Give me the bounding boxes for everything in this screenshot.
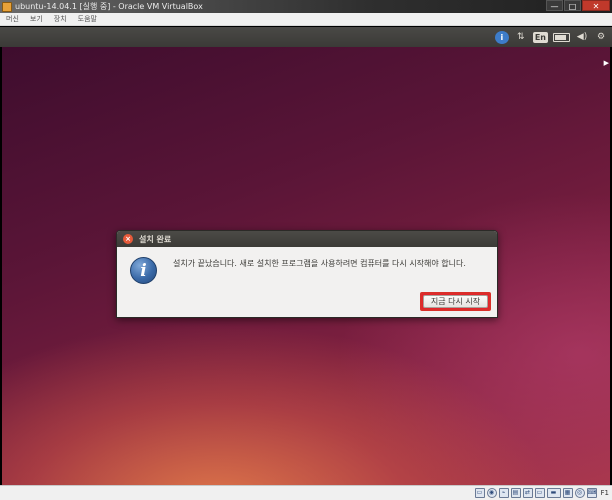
window-controls: — □ ✕	[546, 0, 610, 12]
restart-now-label: 지금 다시 시작	[423, 295, 488, 308]
usb-icon[interactable]: ⌁	[498, 488, 509, 498]
dialog-close-button[interactable]: ×	[123, 234, 133, 244]
cpu-icon[interactable]: ▦	[562, 488, 573, 498]
edge-arrow-icon: ▶	[603, 59, 609, 67]
dialog-message: 설치가 끝났습니다. 새로 설치한 프로그램을 사용하려면 컴퓨터를 다시 시작…	[173, 259, 466, 268]
window-title: ubuntu-14.04.1 [실행 중] - Oracle VM Virtua…	[15, 2, 203, 11]
dialog-title: 설치 완료	[139, 234, 172, 244]
host-titlebar[interactable]: ubuntu-14.04.1 [실행 중] - Oracle VM Virtua…	[0, 0, 612, 13]
virtualbox-logo-icon	[2, 1, 12, 12]
video-capture-icon[interactable]: ▬	[546, 488, 561, 498]
menu-devices[interactable]: 장치	[54, 14, 67, 24]
optical-drive-icon[interactable]: ◉	[486, 488, 497, 498]
hard-disk-icon[interactable]: ▭	[474, 488, 485, 498]
dialog-titlebar[interactable]: × 설치 완료	[117, 231, 497, 247]
info-icon: i	[130, 257, 157, 284]
minimize-button[interactable]: —	[546, 0, 563, 11]
menu-view[interactable]: 보기	[30, 14, 43, 24]
network-transfer-icon[interactable]: ⇅	[514, 30, 528, 44]
menu-machine[interactable]: 머신	[6, 14, 19, 24]
keyboard-icon[interactable]: ⌨	[586, 488, 597, 498]
sound-icon[interactable]: ◀)	[575, 30, 589, 44]
host-statusbar: ▭ ◉ ⌁ ▤ ⇄ ▭ ▬ ▦ ◎ ⌨ F1	[0, 485, 612, 500]
display-icon[interactable]: ▭	[534, 488, 545, 498]
host-key-label: F1	[600, 489, 609, 497]
menu-help[interactable]: 도움말	[78, 14, 97, 24]
settings-gear-icon[interactable]: ⚙	[594, 30, 608, 44]
battery-icon[interactable]	[553, 32, 570, 42]
maximize-button[interactable]: □	[564, 0, 581, 11]
restart-now-button[interactable]: 지금 다시 시작	[420, 292, 491, 311]
close-window-button[interactable]: ✕	[582, 0, 610, 11]
keyboard-layout-indicator[interactable]: En	[532, 31, 548, 43]
host-menubar: 머신 보기 장치 도움말	[0, 13, 612, 26]
accessibility-icon[interactable]: i	[494, 30, 509, 44]
network-icon[interactable]: ⇄	[522, 488, 533, 498]
ubuntu-top-panel: i ⇅ En ◀) ⚙	[0, 27, 612, 47]
install-complete-dialog: × 설치 완료 i 설치가 끝났습니다. 새로 설치한 프로그램을 사용하려면 …	[116, 230, 498, 318]
shared-folders-icon[interactable]: ▤	[510, 488, 521, 498]
mouse-integration-icon[interactable]: ◎	[574, 488, 585, 498]
